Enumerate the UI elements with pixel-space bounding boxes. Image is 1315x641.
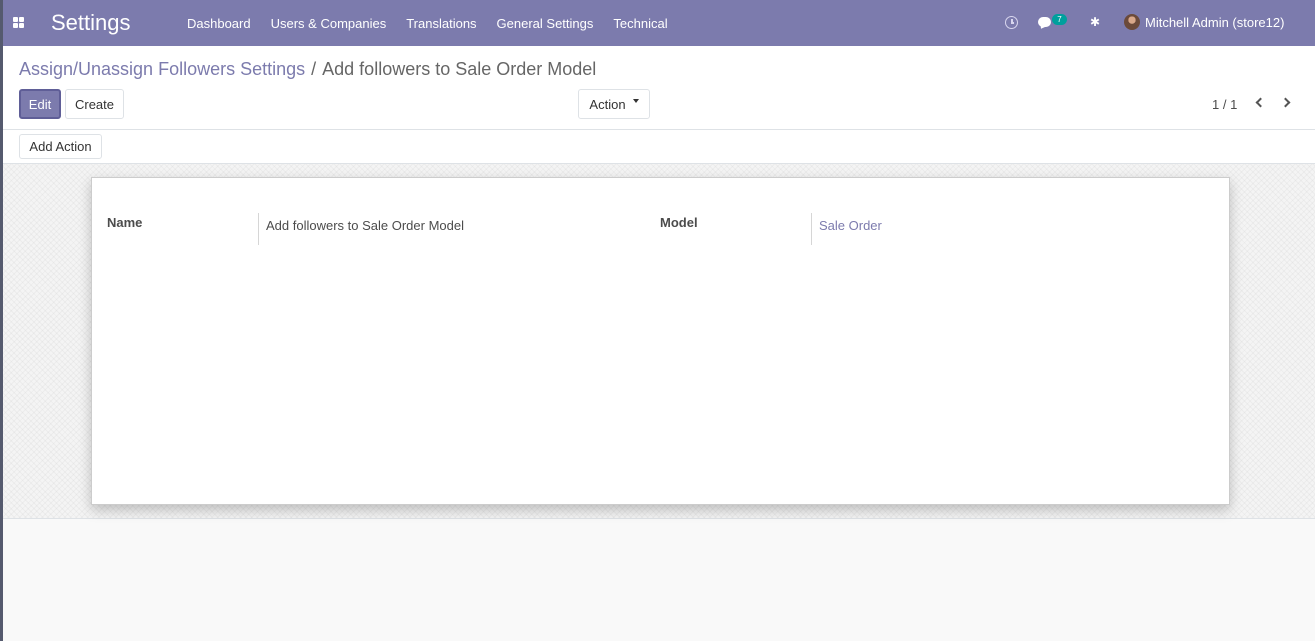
create-button[interactable]: Create <box>65 89 124 119</box>
breadcrumb-parent-link[interactable]: Assign/Unassign Followers Settings <box>19 59 305 79</box>
menu-translations[interactable]: Translations <box>396 16 486 31</box>
chevron-right-icon <box>1280 97 1291 108</box>
apps-menu-icon[interactable] <box>13 17 25 28</box>
activity-clock-icon[interactable] <box>1005 16 1018 29</box>
chevron-left-icon <box>1255 97 1266 108</box>
pager-next-button[interactable] <box>1280 96 1293 110</box>
messages-badge: 7 <box>1052 14 1067 25</box>
pager-previous-button[interactable] <box>1253 96 1266 110</box>
action-dropdown-button[interactable]: Action <box>578 89 650 119</box>
control-panel: Assign/Unassign Followers Settings / Add f… <box>3 46 1315 130</box>
chat-icon[interactable] <box>1038 17 1051 27</box>
menu-users-companies[interactable]: Users & Companies <box>261 16 397 31</box>
menu-dashboard[interactable]: Dashboard <box>177 16 261 31</box>
bug-icon[interactable]: ✱ <box>1088 15 1102 29</box>
breadcrumb: Assign/Unassign Followers Settings / Add f… <box>19 59 596 80</box>
menu-general-settings[interactable]: General Settings <box>487 16 604 31</box>
model-link[interactable]: Sale Order <box>819 218 882 233</box>
model-divider <box>811 213 812 245</box>
form-view-background: Name Add followers to Sale Order Model M… <box>3 164 1315 519</box>
top-navbar: Settings Dashboard Users & Companies Tra… <box>3 0 1315 46</box>
main-menu: Dashboard Users & Companies Translations… <box>177 0 678 46</box>
pager-value[interactable]: 1 / 1 <box>1212 97 1237 112</box>
edit-button[interactable]: Edit <box>19 89 61 119</box>
user-menu[interactable]: Mitchell Admin (store12) <box>1145 15 1284 30</box>
breadcrumb-separator: / <box>311 59 317 79</box>
avatar[interactable] <box>1124 14 1140 30</box>
name-label: Name <box>107 215 143 230</box>
name-value: Add followers to Sale Order Model <box>266 218 464 233</box>
add-action-button[interactable]: Add Action <box>19 134 102 159</box>
caret-down-icon <box>632 99 639 103</box>
name-divider <box>258 213 259 245</box>
form-sheet: Name Add followers to Sale Order Model M… <box>91 177 1230 505</box>
menu-technical[interactable]: Technical <box>603 16 677 31</box>
model-label: Model <box>660 215 698 230</box>
action-label: Action <box>589 96 626 112</box>
form-statusbar: Add Action <box>3 130 1315 164</box>
breadcrumb-current: Add followers to Sale Order Model <box>322 59 597 79</box>
app-title: Settings <box>51 10 131 35</box>
